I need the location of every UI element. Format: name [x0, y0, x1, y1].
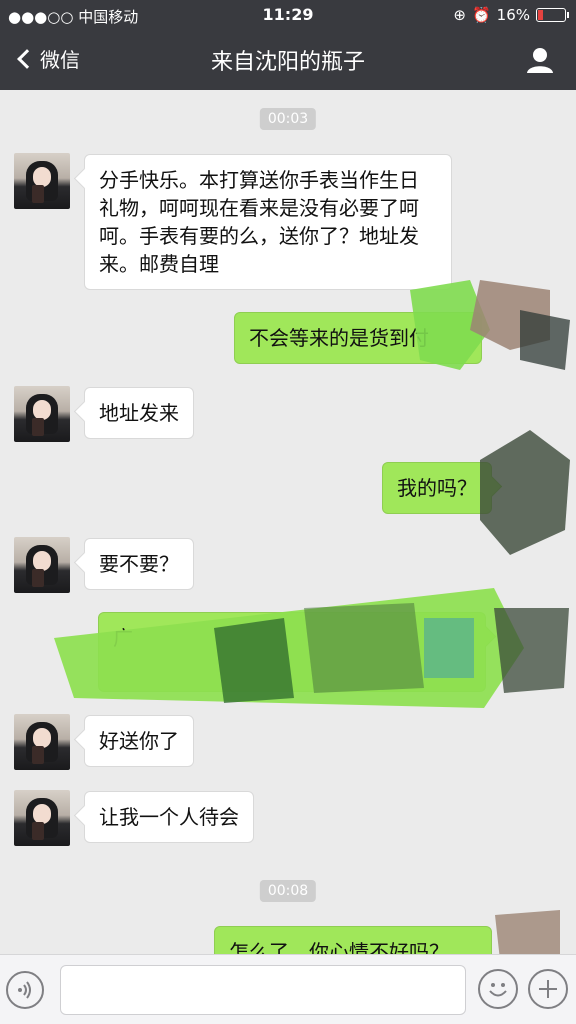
- avatar[interactable]: [14, 714, 70, 770]
- nav-bar: 微信 来自沈阳的瓶子: [0, 30, 576, 90]
- plus-button[interactable]: [528, 969, 568, 1009]
- message-bubble[interactable]: 让我一个人待会: [84, 791, 254, 843]
- battery-icon: [536, 8, 569, 22]
- avatar[interactable]: [14, 153, 70, 209]
- message-bubble[interactable]: 地址发来: [84, 387, 194, 439]
- rotation-lock-icon: ⊕: [453, 6, 466, 24]
- input-bar: [0, 954, 576, 1024]
- message-bubble[interactable]: 怎么了，你心情不好吗？: [214, 926, 492, 954]
- message-bubble[interactable]: 广: [98, 612, 486, 692]
- timestamp: 00:03: [259, 108, 317, 130]
- message-input[interactable]: [60, 965, 466, 1015]
- message-bubble[interactable]: 好送你了: [84, 715, 194, 767]
- emoji-button[interactable]: [478, 969, 518, 1009]
- avatar[interactable]: [14, 386, 70, 442]
- chat-area[interactable]: 00:03 分手快乐。本打算送你手表当作生日礼物，呵呵现在看来是没有必要了呵呵。…: [0, 90, 576, 954]
- battery-percent: 16%: [496, 6, 530, 24]
- message-bubble[interactable]: 要不要？: [84, 538, 194, 590]
- redaction-scribble: [495, 910, 560, 954]
- message-bubble[interactable]: 分手快乐。本打算送你手表当作生日礼物，呵呵现在看来是没有必要了呵呵。手表有要的么…: [84, 154, 452, 290]
- smiley-icon: [489, 983, 507, 997]
- alarm-icon: ⏰: [471, 6, 491, 24]
- avatar[interactable]: [14, 537, 70, 593]
- avatar[interactable]: [14, 790, 70, 846]
- voice-icon: [18, 981, 31, 999]
- message-bubble[interactable]: 不会等来的是货到付: [234, 312, 482, 364]
- page-title: 来自沈阳的瓶子: [210, 50, 365, 75]
- message-bubble[interactable]: 我的吗？: [382, 462, 492, 514]
- profile-icon[interactable]: [526, 46, 554, 74]
- voice-button[interactable]: [6, 971, 44, 1009]
- status-bar: ●●●○○ 中国移动 11:29 ⊕ ⏰ 16%: [0, 0, 576, 30]
- status-right: ⊕ ⏰ 16%: [453, 6, 569, 24]
- timestamp: 00:08: [259, 880, 317, 902]
